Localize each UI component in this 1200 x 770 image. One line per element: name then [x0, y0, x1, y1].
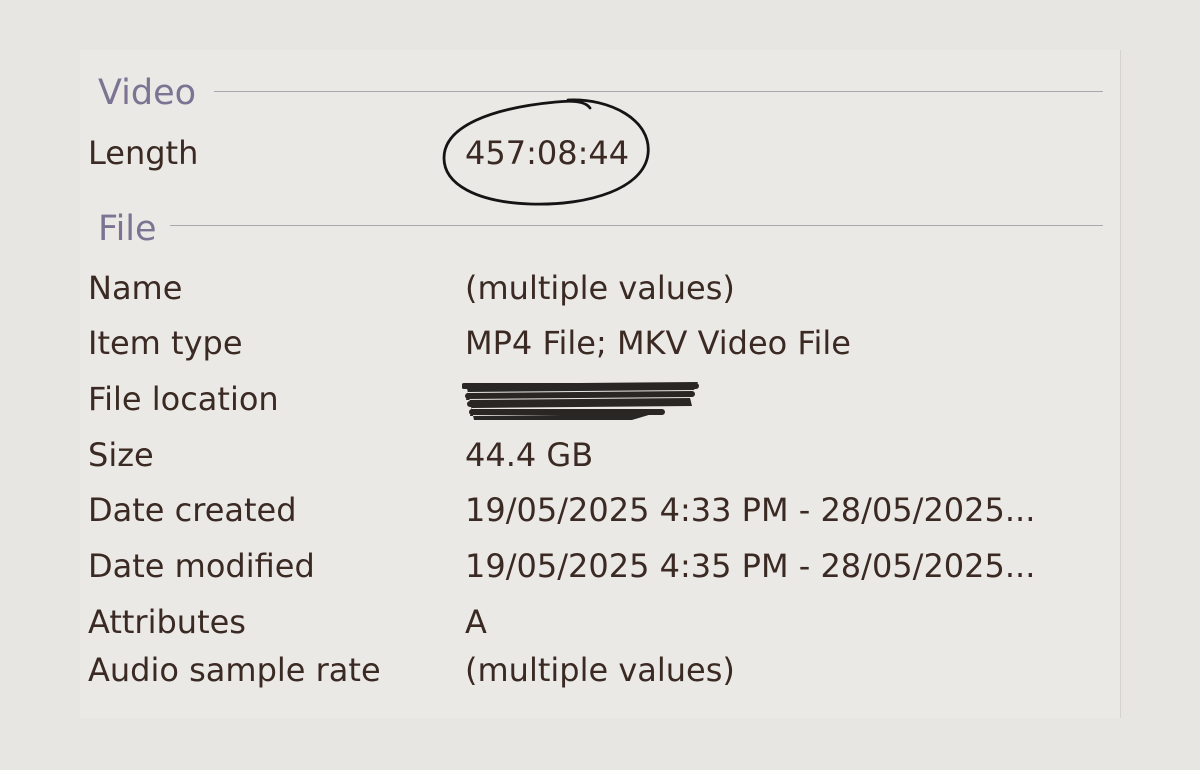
item-type-value[interactable]: MP4 File; MKV Video File: [465, 323, 851, 363]
date-modified-label: Date modified: [88, 547, 315, 585]
video-group-divider: [214, 91, 1103, 92]
audio-sample-rate-label: Audio sample rate: [88, 651, 381, 689]
file-group-heading: File: [98, 209, 157, 249]
file-group-divider: [170, 225, 1103, 226]
item-type-label: Item type: [88, 324, 243, 362]
hand-drawn-circle-annotation: [442, 98, 650, 206]
audio-sample-rate-value[interactable]: (multiple values): [465, 650, 735, 690]
length-label: Length: [88, 134, 199, 172]
video-group-heading: Video: [98, 73, 197, 113]
name-label: Name: [88, 269, 183, 307]
attributes-value[interactable]: A: [465, 602, 487, 642]
size-value[interactable]: 44.4 GB: [465, 435, 593, 475]
date-created-label: Date created: [88, 491, 297, 529]
size-label: Size: [88, 436, 154, 474]
redaction-scribble: [462, 382, 699, 420]
file-location-label: File location: [88, 380, 279, 418]
attributes-label: Attributes: [88, 603, 246, 641]
date-created-value[interactable]: 19/05/2025 4:33 PM - 28/05/2025...: [465, 490, 1035, 530]
date-modified-value[interactable]: 19/05/2025 4:35 PM - 28/05/2025...: [465, 546, 1035, 586]
name-value[interactable]: (multiple values): [465, 268, 735, 308]
